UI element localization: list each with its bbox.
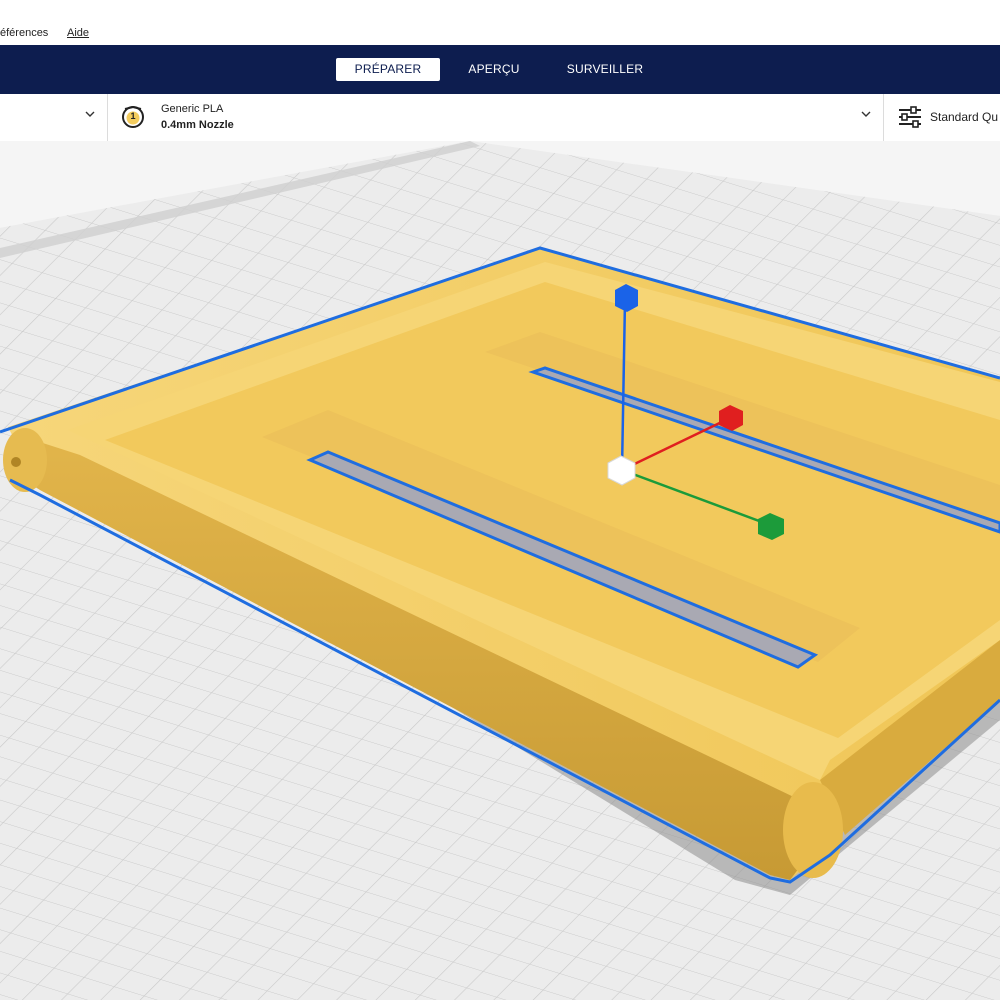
tab-monitor[interactable]: SURVEILLER bbox=[560, 58, 650, 81]
material-name: Generic PLA bbox=[161, 103, 224, 115]
3d-viewport[interactable] bbox=[0, 141, 1000, 1000]
build-plate-scene bbox=[0, 141, 1000, 1000]
chevron-down-icon[interactable] bbox=[859, 107, 873, 121]
menu-bar: éférences Aide bbox=[0, 0, 1000, 45]
sliders-icon bbox=[899, 106, 921, 128]
header-toolbar: 1 Generic PLA 0.4mm Nozzle Standard Qu bbox=[0, 94, 1000, 142]
tab-prepare[interactable]: PRÉPARER bbox=[336, 58, 440, 81]
material-selector[interactable] bbox=[108, 94, 883, 141]
stage-bar: PRÉPARER APERÇU SURVEILLER bbox=[0, 45, 1000, 94]
menu-help[interactable]: Aide bbox=[67, 27, 89, 39]
tab-preview[interactable]: APERÇU bbox=[455, 58, 533, 81]
nozzle-size: 0.4mm Nozzle bbox=[161, 119, 234, 131]
extruder-number: 1 bbox=[130, 111, 136, 121]
print-profile-label: Standard Qu bbox=[930, 110, 999, 124]
chevron-down-icon[interactable] bbox=[83, 107, 97, 121]
menu-preferences[interactable]: éférences bbox=[0, 27, 48, 39]
